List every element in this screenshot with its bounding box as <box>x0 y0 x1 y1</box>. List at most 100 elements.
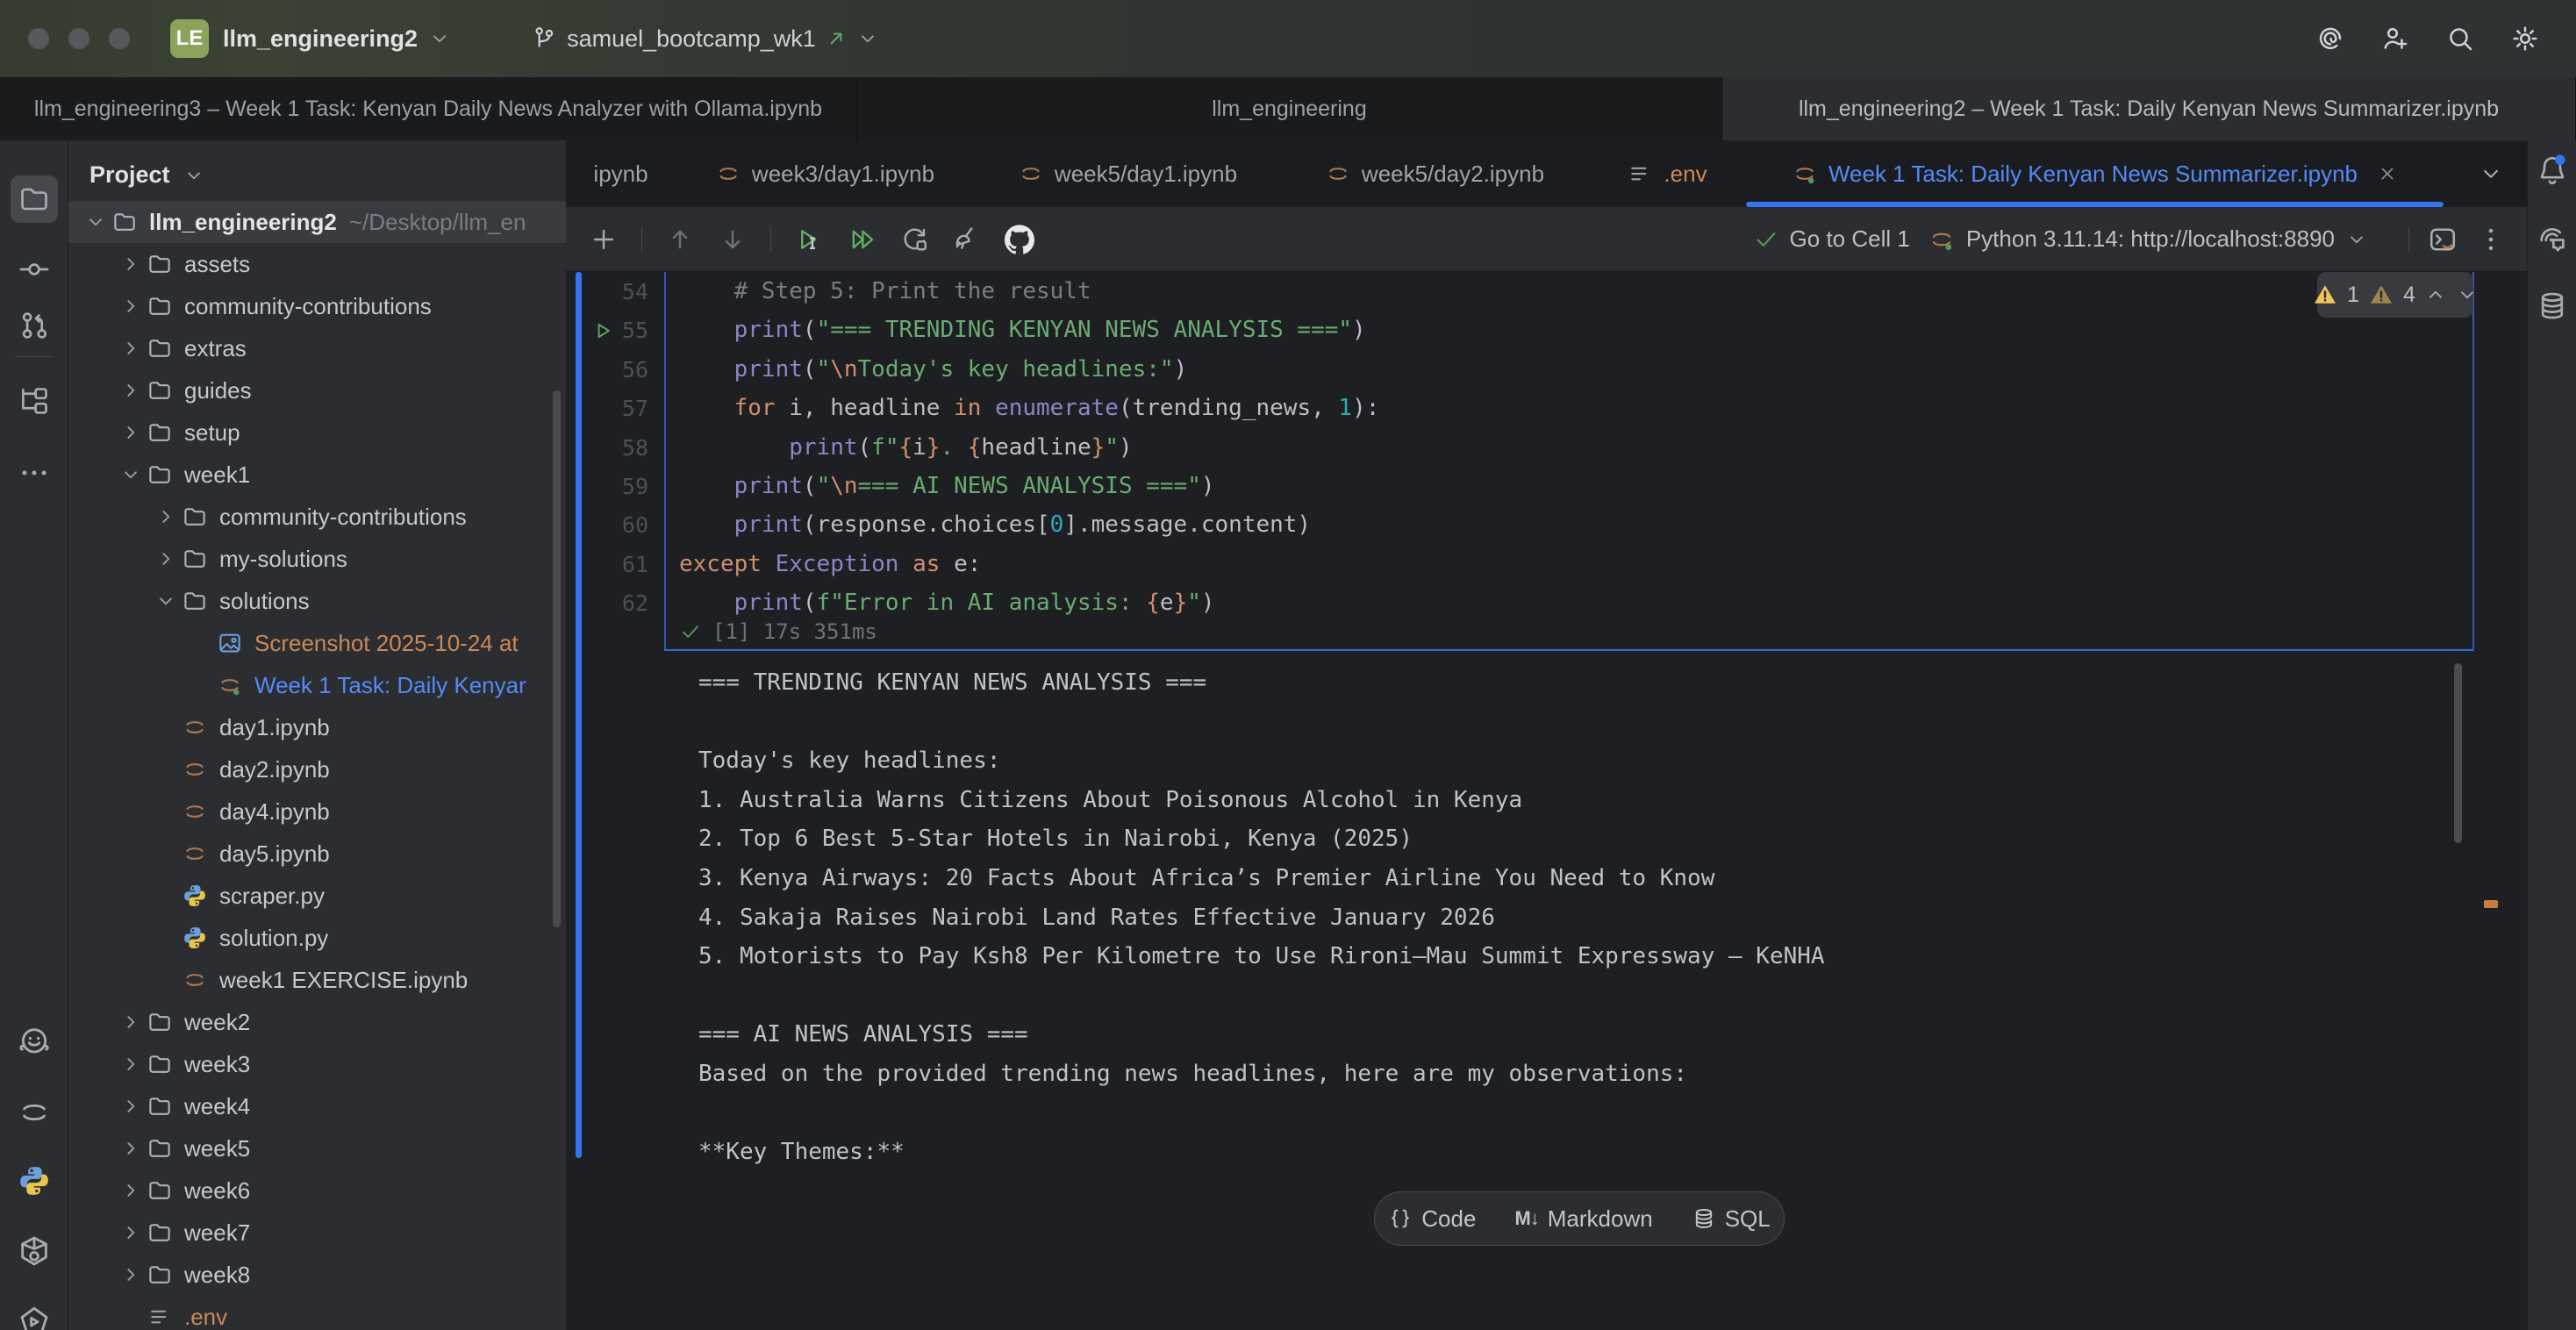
run-line-marker-icon[interactable] <box>592 319 615 342</box>
project-header-chevron-icon[interactable] <box>182 164 205 187</box>
window-zoom-button[interactable] <box>109 28 130 49</box>
move-cell-down-button[interactable] <box>718 225 748 254</box>
next-warning-button[interactable] <box>2456 283 2479 306</box>
editor-tab[interactable]: week5/day1.ipynb <box>974 140 1281 207</box>
editor-tab[interactable]: week3/day1.ipynb <box>676 140 974 207</box>
tool-huggingface-button[interactable] <box>17 1025 52 1060</box>
editor-tab[interactable]: week5/day2.ipynb <box>1281 140 1588 207</box>
window-minimize-button[interactable] <box>68 28 89 49</box>
tool-run-button[interactable] <box>17 1304 52 1330</box>
tree-chevron-right-icon[interactable] <box>116 337 146 360</box>
tree-item-week1-exercise-ipynb[interactable]: week1 EXERCISE.ipynb <box>68 959 566 1001</box>
tree-item-week8[interactable]: week8 <box>68 1254 566 1296</box>
settings-gear-icon[interactable] <box>2509 23 2541 54</box>
tool-project-button[interactable] <box>11 175 58 223</box>
tree-chevron-right-icon[interactable] <box>116 295 146 318</box>
window-tab[interactable]: llm_engineering <box>857 77 1722 140</box>
project-panel-header[interactable]: Project <box>68 140 566 201</box>
github-icon[interactable] <box>1005 225 1034 254</box>
tree-item-week4[interactable]: week4 <box>68 1085 566 1127</box>
tree-chevron-right-icon[interactable] <box>151 547 181 570</box>
tree-item-day4-ipynb[interactable]: day4.ipynb <box>68 790 566 833</box>
kernel-selector[interactable]: Python 3.11.14: http://localhost:8890 <box>1928 225 2368 254</box>
prev-warning-button[interactable] <box>2424 283 2447 306</box>
tab-close-icon[interactable] <box>2377 163 2398 184</box>
restart-kernel-button[interactable] <box>899 225 929 254</box>
window-tab-active[interactable]: llm_engineering2 – Week 1 Task: Daily Ke… <box>1722 77 2576 140</box>
hidden-tabs-chevron-icon[interactable] <box>2478 161 2504 187</box>
tree-chevron-down-icon[interactable] <box>81 211 111 233</box>
tool-pull-requests-button[interactable] <box>18 309 51 342</box>
add-markdown-cell-button[interactable]: M↓ Markdown <box>1495 1205 1671 1233</box>
tree-item-my-solutions[interactable]: my-solutions <box>68 538 566 580</box>
project-chevron-down-icon[interactable] <box>428 27 451 50</box>
tree-item-week3[interactable]: week3 <box>68 1043 566 1085</box>
tree-chevron-right-icon[interactable] <box>116 253 146 275</box>
tree-chevron-down-icon[interactable] <box>151 590 181 612</box>
tree-chevron-right-icon[interactable] <box>116 421 146 444</box>
tree-item-screenshot-2025-10-24-at[interactable]: Screenshot 2025-10-24 at <box>68 622 566 664</box>
error-stripe-mark[interactable] <box>2484 900 2498 908</box>
output-scrollbar[interactable] <box>2454 663 2462 843</box>
project-name[interactable]: llm_engineering2 <box>223 25 418 53</box>
project-tree-scrollbar[interactable] <box>553 390 561 927</box>
tool-commit-button[interactable] <box>18 253 51 286</box>
tree-item-assets[interactable]: assets <box>68 243 566 285</box>
more-options-button[interactable] <box>2476 225 2506 254</box>
tool-python-console-button[interactable] <box>17 1163 52 1198</box>
editor-tab[interactable]: ipynb <box>566 140 676 207</box>
tree-item-community-contributions[interactable]: community-contributions <box>68 496 566 538</box>
tree-item-day5-ipynb[interactable]: day5.ipynb <box>68 833 566 875</box>
tree-item-solution-py[interactable]: solution.py <box>68 917 566 959</box>
tool-jupyter-button[interactable] <box>17 1095 52 1130</box>
search-icon[interactable] <box>2444 23 2476 54</box>
ai-chat-icon[interactable] <box>2536 223 2569 256</box>
run-all-cells-button[interactable] <box>847 225 877 254</box>
move-cell-up-button[interactable] <box>665 225 695 254</box>
run-cell-button[interactable] <box>794 225 824 254</box>
tree-chevron-right-icon[interactable] <box>116 1137 146 1160</box>
tool-python-packages-button[interactable] <box>17 1233 52 1269</box>
editor-tab-active[interactable]: Week 1 Task: Daily Kenyan News Summarize… <box>1746 140 2444 207</box>
tree-item-week5[interactable]: week5 <box>68 1127 566 1169</box>
tree-item-week-1-task-daily-kenyar[interactable]: Week 1 Task: Daily Kenyar <box>68 664 566 706</box>
tree-chevron-right-icon[interactable] <box>116 1053 146 1076</box>
tree-item-week1[interactable]: week1 <box>68 454 566 496</box>
tree-item-setup[interactable]: setup <box>68 411 566 454</box>
tool-more-button[interactable] <box>18 456 51 490</box>
tree-item-week7[interactable]: week7 <box>68 1212 566 1254</box>
tree-item-scraper-py[interactable]: scraper.py <box>68 875 566 917</box>
vcs-branch-widget[interactable]: samuel_bootcamp_wk1 <box>530 25 879 53</box>
tree-item-week2[interactable]: week2 <box>68 1001 566 1043</box>
tool-structure-button[interactable] <box>18 384 51 418</box>
branch-chevron-down-icon[interactable] <box>856 27 879 50</box>
branch-name[interactable]: samuel_bootcamp_wk1 <box>567 25 816 53</box>
tree-chevron-right-icon[interactable] <box>116 1263 146 1286</box>
project-badge[interactable]: LE <box>170 19 209 58</box>
inspections-widget[interactable]: 1 4 <box>2317 272 2473 318</box>
tree-item-llm-engineering2[interactable]: llm_engineering2~/Desktop/llm_en <box>68 201 566 243</box>
tree-item-solutions[interactable]: solutions <box>68 580 566 622</box>
tree-item--env[interactable]: .env <box>68 1296 566 1330</box>
editor-tab[interactable]: .env <box>1588 140 1746 207</box>
tree-chevron-right-icon[interactable] <box>116 1095 146 1118</box>
tree-chevron-right-icon[interactable] <box>116 1011 146 1033</box>
tree-chevron-right-icon[interactable] <box>151 505 181 528</box>
tree-chevron-right-icon[interactable] <box>116 379 146 402</box>
tree-item-week6[interactable]: week6 <box>68 1169 566 1212</box>
ai-assistant-icon[interactable] <box>2315 23 2346 54</box>
notifications-bell-icon[interactable] <box>2536 153 2569 186</box>
code-editor[interactable]: # Step 5: Print the result print("=== TR… <box>666 272 2472 623</box>
tree-item-day1-ipynb[interactable]: day1.ipynb <box>68 706 566 748</box>
tool-database-button[interactable] <box>2536 290 2569 323</box>
window-controls[interactable] <box>28 28 130 49</box>
add-code-cell-button[interactable]: Code <box>1369 1205 1495 1233</box>
code-cell[interactable]: # Step 5: Print the result print("=== TR… <box>664 272 2474 651</box>
tree-item-day2-ipynb[interactable]: day2.ipynb <box>68 748 566 790</box>
tree-item-guides[interactable]: guides <box>68 369 566 411</box>
tree-chevron-down-icon[interactable] <box>116 463 146 486</box>
jupyter-console-button[interactable] <box>2427 224 2458 255</box>
tree-chevron-right-icon[interactable] <box>116 1179 146 1202</box>
add-user-icon[interactable] <box>2379 23 2411 54</box>
tree-item-extras[interactable]: extras <box>68 327 566 369</box>
